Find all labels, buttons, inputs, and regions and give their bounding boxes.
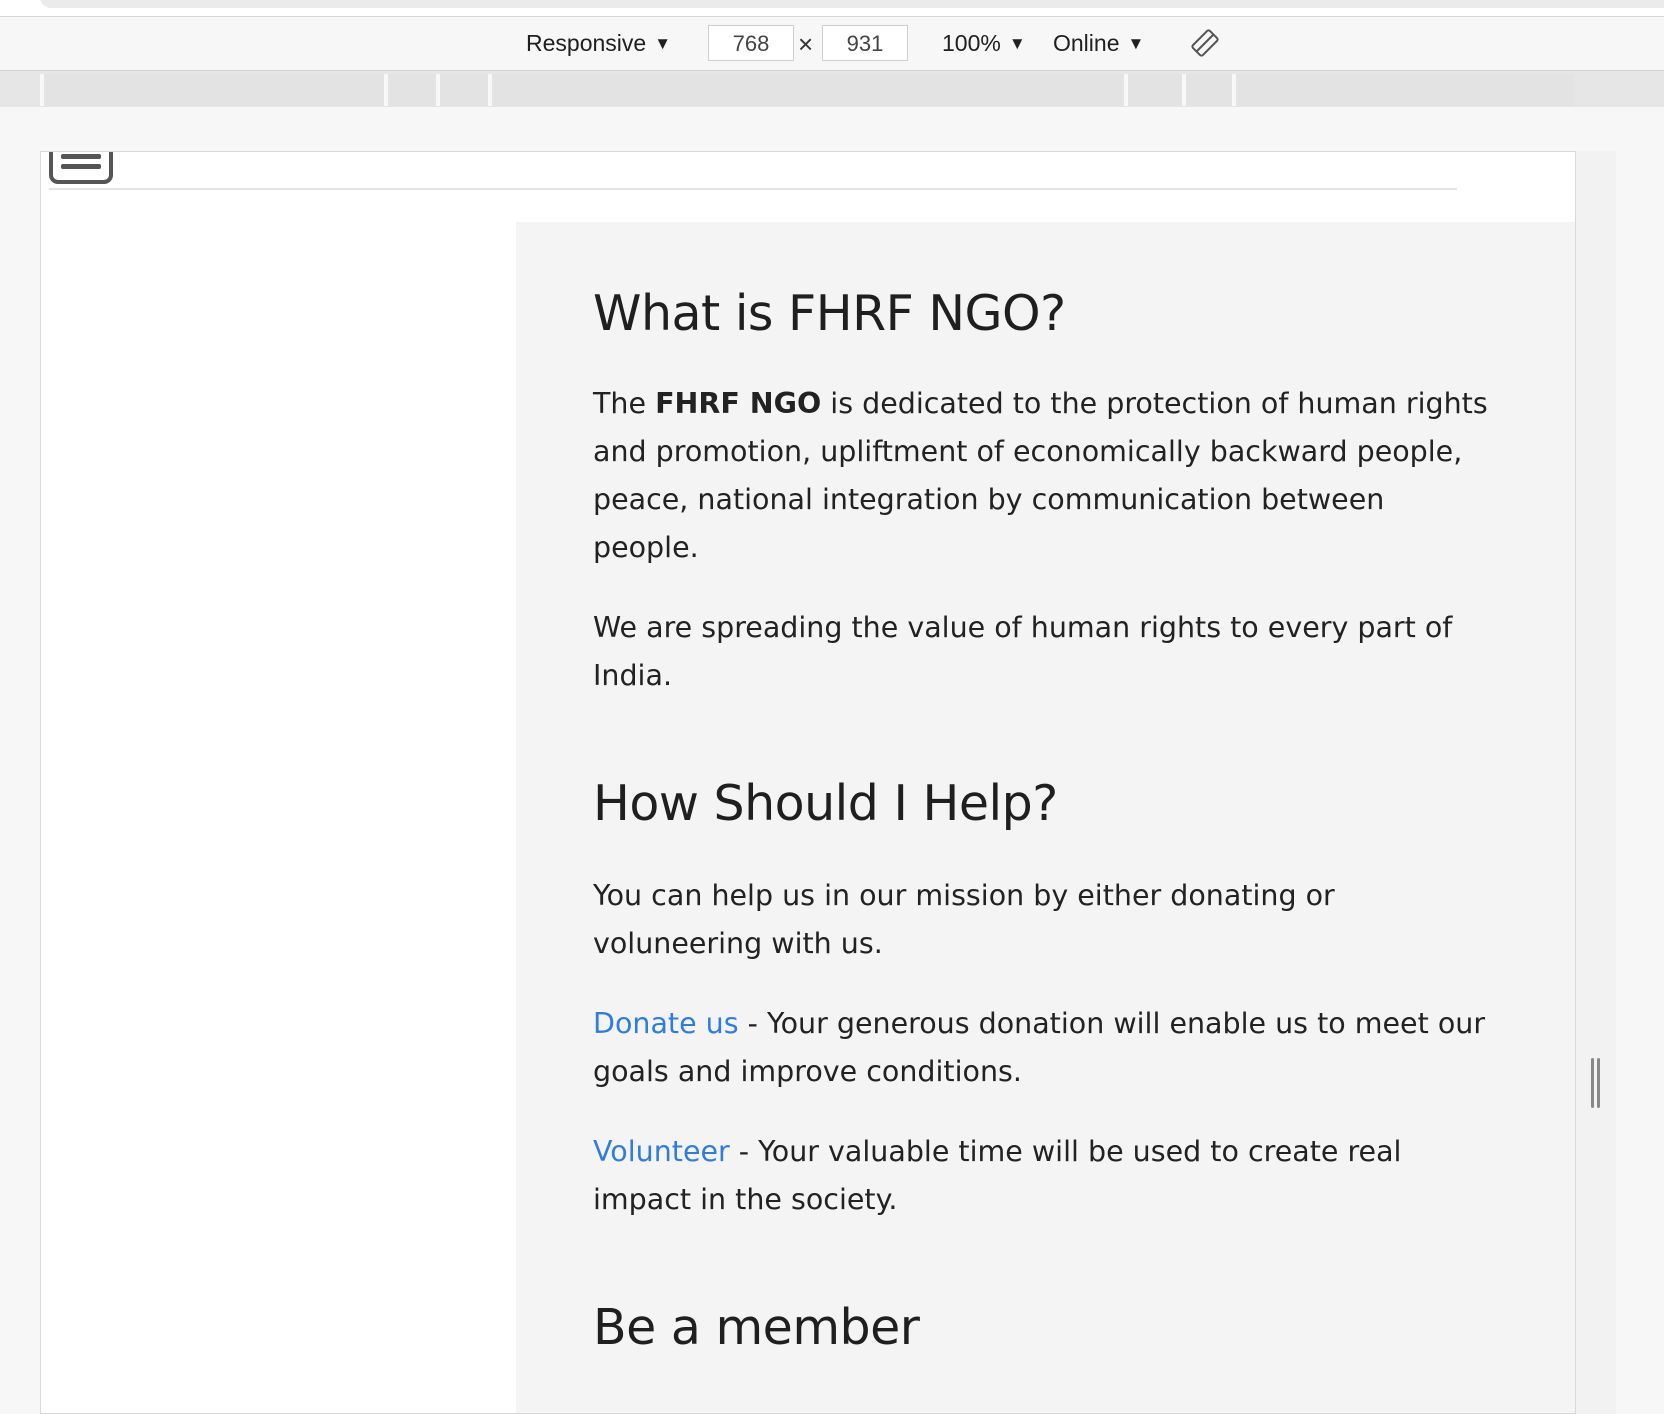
network-throttle-select[interactable]: Online ▼ (1053, 27, 1144, 60)
rotate-icon[interactable] (1190, 28, 1220, 58)
chevron-down-icon: ▼ (1127, 34, 1145, 53)
about-text-prefix: The (593, 387, 656, 420)
dimension-times-icon: × (798, 29, 814, 59)
org-name-bold: FHRF NGO (655, 387, 822, 420)
about-paragraph: The FHRF NGO is dedicated to the protect… (593, 380, 1493, 572)
emulated-viewport: What is FHRF NGO? The FHRF NGO is dedica… (40, 151, 1576, 1414)
content-panel: What is FHRF NGO? The FHRF NGO is dedica… (516, 222, 1575, 1413)
chevron-down-icon: ▼ (1008, 34, 1026, 53)
hamburger-menu-icon[interactable] (49, 152, 113, 184)
donate-link[interactable]: Donate us (593, 1007, 739, 1040)
device-select[interactable]: Responsive ▼ (526, 27, 671, 60)
viewport-edge (1576, 151, 1616, 1414)
media-query-segment[interactable] (1182, 74, 1234, 106)
viewport-resize-handle[interactable] (1591, 1058, 1601, 1108)
media-query-segment[interactable] (1124, 74, 1182, 106)
media-query-segment[interactable] (436, 74, 488, 106)
volunteer-paragraph: Volunteer - Your valuable time will be u… (593, 1128, 1493, 1224)
chevron-down-icon: ▼ (654, 34, 672, 53)
mission-paragraph: We are spreading the value of human righ… (593, 611, 1453, 692)
media-query-segment[interactable] (488, 74, 1128, 106)
viewport-width-input[interactable]: 768 (708, 25, 794, 61)
media-query-bar (0, 71, 1664, 107)
section-heading-member: Be a member (593, 1299, 920, 1356)
help-intro-paragraph: You can help us in our mission by either… (593, 879, 1335, 960)
media-query-segment[interactable] (40, 74, 388, 106)
header-divider (49, 188, 1457, 190)
network-select-label: Online (1053, 30, 1120, 56)
viewport-height-input[interactable]: 931 (822, 25, 908, 61)
media-query-segment[interactable] (384, 74, 436, 106)
volunteer-link[interactable]: Volunteer (593, 1135, 730, 1168)
section-heading-what-is: What is FHRF NGO? (593, 285, 1066, 342)
browser-top-bar (0, 0, 1664, 17)
device-toolbar: Responsive ▼ 768 × 931 100% ▼ Online ▼ (0, 17, 1664, 71)
zoom-select-label: 100% (942, 30, 1001, 56)
section-heading-how-help: How Should I Help? (593, 775, 1058, 832)
donate-paragraph: Donate us - Your generous donation will … (593, 1000, 1493, 1096)
address-bar-edge (40, 0, 1664, 8)
content-body: What is FHRF NGO? The FHRF NGO is dedica… (593, 272, 1493, 1360)
device-select-label: Responsive (526, 30, 647, 56)
devtools-device-mode: Responsive ▼ 768 × 931 100% ▼ Online ▼ W… (0, 0, 1664, 1414)
media-query-segment[interactable] (1232, 74, 1574, 106)
zoom-select[interactable]: 100% ▼ (942, 27, 1026, 60)
